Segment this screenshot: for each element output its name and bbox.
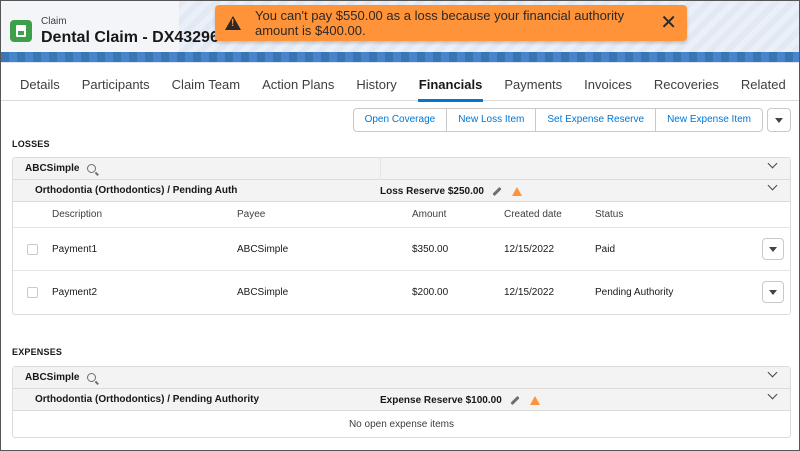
column-header-description: Description [52, 209, 103, 220]
table-row: Payment2 ABCSimple $200.00 12/15/2022 Pe… [13, 271, 790, 314]
warning-icon [511, 186, 522, 196]
tab-invoices[interactable]: Invoices [573, 63, 643, 101]
row-actions-button[interactable] [762, 281, 784, 303]
close-icon[interactable]: ✕ [660, 13, 677, 33]
chevron-down-icon [775, 117, 783, 123]
payee-group-name: ABCSimple [25, 372, 80, 383]
expenses-panel: ABCSimple Orthodontia (Orthodontics) / P… [12, 366, 791, 438]
expenses-coverage-header: Orthodontia (Orthodontics) / Pending Aut… [13, 389, 790, 411]
expense-reserve: Expense Reserve $100.00 [380, 389, 540, 411]
chevron-down-icon [767, 367, 778, 378]
header-wave-band [1, 52, 799, 62]
search-icon[interactable] [87, 164, 97, 173]
cell-description: Payment2 [52, 287, 98, 298]
tab-history[interactable]: History [345, 63, 407, 101]
tab-payments[interactable]: Payments [493, 63, 573, 101]
row-checkbox[interactable] [27, 287, 38, 298]
cell-status: Paid [595, 243, 616, 255]
expenses-section-title: EXPENSES [12, 347, 63, 357]
search-icon[interactable] [87, 373, 97, 382]
column-header-amount: Amount [412, 209, 447, 220]
collapse-toggle[interactable] [767, 158, 778, 169]
warning-icon [529, 395, 540, 405]
record-tabs: Details Participants Claim Team Action P… [1, 63, 799, 102]
empty-state-message: No open expense items [348, 418, 455, 430]
cell-created-date: 12/15/2022 [504, 243, 555, 255]
tab-action-plans[interactable]: Action Plans [251, 63, 345, 101]
collapse-toggle[interactable] [767, 180, 778, 191]
warning-icon [225, 16, 241, 30]
tab-details[interactable]: Details [9, 63, 71, 101]
losses-table-header: Description Payee Amount Created date St… [13, 202, 790, 228]
collapse-toggle[interactable] [767, 367, 778, 378]
column-divider [380, 158, 381, 180]
column-header-status: Status [595, 209, 624, 220]
open-coverage-button[interactable]: Open Coverage [352, 108, 448, 132]
cell-payee: ABCSimple [237, 287, 289, 298]
tab-participants[interactable]: Participants [71, 63, 161, 101]
set-expense-reserve-button[interactable]: Set Expense Reserve [535, 108, 657, 132]
chevron-down-icon [769, 289, 777, 295]
edit-pencil-icon[interactable] [510, 395, 520, 405]
column-header-created-date: Created date [504, 209, 562, 220]
loss-reserve-label: Loss Reserve $250.00 [380, 185, 484, 197]
warning-toast: You can't pay $550.00 as a loss because … [215, 5, 687, 41]
edit-pencil-icon[interactable] [492, 186, 502, 196]
cell-status: Pending Authority [595, 287, 674, 298]
column-header-payee: Payee [237, 209, 266, 220]
tab-related[interactable]: Related [730, 63, 797, 101]
row-actions-button[interactable] [762, 238, 784, 260]
coverage-name: Orthodontia (Orthodontics) / Pending Aut… [35, 394, 260, 405]
toast-message: You can't pay $550.00 as a loss because … [255, 8, 625, 38]
payee-group-name: ABCSimple [25, 163, 80, 174]
claim-record-icon [10, 20, 32, 42]
loss-reserve: Loss Reserve $250.00 [380, 180, 522, 202]
expenses-payee-group-header: ABCSimple [13, 367, 790, 389]
new-loss-item-button[interactable]: New Loss Item [446, 108, 537, 132]
record-title: Dental Claim - DX43296 [41, 29, 219, 46]
tab-financials[interactable]: Financials [408, 63, 494, 102]
cell-amount: $200.00 [412, 287, 449, 298]
cell-created-date: 12/15/2022 [504, 287, 555, 298]
coverage-name: Orthodontia (Orthodontics) / Pending Aut… [35, 185, 238, 196]
row-checkbox[interactable] [27, 243, 38, 255]
chevron-down-icon [769, 246, 777, 252]
losses-section-title: LOSSES [12, 139, 50, 149]
chevron-down-icon [767, 158, 778, 169]
cell-payee: ABCSimple [237, 243, 289, 255]
losses-coverage-header: Orthodontia (Orthodontics) / Pending Aut… [13, 180, 790, 202]
tab-recoveries[interactable]: Recoveries [643, 63, 730, 101]
chevron-down-icon [767, 389, 778, 400]
losses-panel: ABCSimple Orthodontia (Orthodontics) / P… [12, 157, 791, 315]
more-actions-button[interactable] [767, 108, 791, 132]
losses-payee-group-header: ABCSimple [13, 158, 790, 180]
collapse-toggle[interactable] [767, 389, 778, 400]
new-expense-item-button[interactable]: New Expense Item [655, 108, 763, 132]
table-row: Payment1 ABCSimple $350.00 12/15/2022 Pa… [13, 228, 790, 271]
cell-amount: $350.00 [412, 243, 449, 255]
chevron-down-icon [767, 180, 778, 191]
cell-description: Payment1 [52, 243, 98, 255]
financials-actions: Open Coverage New Loss Item Set Expense … [352, 108, 791, 132]
tab-claim-team[interactable]: Claim Team [161, 63, 251, 101]
object-type-label: Claim [41, 16, 67, 27]
expense-reserve-label: Expense Reserve $100.00 [380, 394, 502, 406]
